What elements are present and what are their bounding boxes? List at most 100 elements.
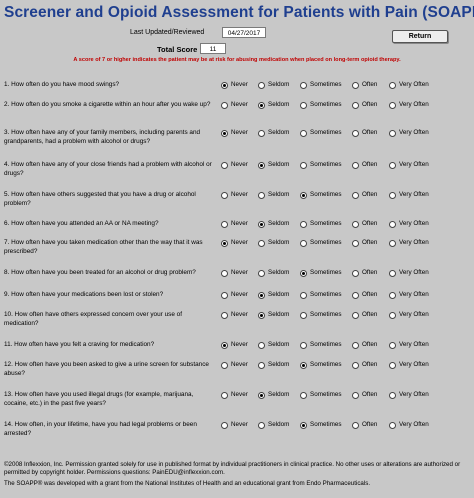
answer-option-often[interactable]: Often	[352, 239, 377, 247]
radio-button[interactable]	[389, 391, 396, 399]
radio-button[interactable]	[258, 161, 265, 169]
answer-option-sometimes[interactable]: Sometimes	[300, 291, 342, 299]
answer-option-seldom[interactable]: Seldom	[258, 161, 289, 169]
radio-button[interactable]	[258, 269, 265, 277]
answer-option-seldom[interactable]: Seldom	[258, 220, 289, 228]
radio-button[interactable]	[221, 421, 228, 429]
return-button[interactable]: Return	[392, 30, 448, 43]
radio-button[interactable]	[221, 220, 228, 228]
radio-button[interactable]	[221, 311, 228, 319]
radio-button[interactable]	[389, 81, 396, 89]
answer-option-very-often[interactable]: Very Often	[389, 239, 429, 247]
answer-option-sometimes[interactable]: Sometimes	[300, 269, 342, 277]
radio-button[interactable]	[352, 269, 359, 277]
answer-option-seldom[interactable]: Seldom	[258, 129, 289, 137]
answer-option-sometimes[interactable]: Sometimes	[300, 361, 342, 369]
answer-option-seldom[interactable]: Seldom	[258, 311, 289, 319]
answer-option-often[interactable]: Often	[352, 101, 377, 109]
answer-option-never[interactable]: Never	[221, 239, 248, 247]
radio-button[interactable]	[352, 361, 359, 369]
answer-option-often[interactable]: Often	[352, 291, 377, 299]
answer-option-sometimes[interactable]: Sometimes	[300, 220, 342, 228]
radio-button[interactable]	[352, 220, 359, 228]
answer-option-often[interactable]: Often	[352, 269, 377, 277]
radio-button[interactable]	[221, 101, 228, 109]
radio-button[interactable]	[352, 391, 359, 399]
radio-button[interactable]	[352, 421, 359, 429]
answer-option-never[interactable]: Never	[221, 391, 248, 399]
radio-button[interactable]	[300, 311, 307, 319]
answer-option-never[interactable]: Never	[221, 129, 248, 137]
radio-button[interactable]	[258, 101, 265, 109]
last-updated-field[interactable]: 04/27/2017	[222, 27, 266, 38]
radio-button[interactable]	[389, 161, 396, 169]
answer-option-never[interactable]: Never	[221, 311, 248, 319]
answer-option-very-often[interactable]: Very Often	[389, 101, 429, 109]
answer-option-often[interactable]: Often	[352, 81, 377, 89]
radio-button[interactable]	[389, 291, 396, 299]
answer-option-very-often[interactable]: Very Often	[389, 220, 429, 228]
radio-button[interactable]	[221, 239, 228, 247]
radio-button[interactable]	[352, 311, 359, 319]
answer-option-often[interactable]: Often	[352, 161, 377, 169]
radio-button[interactable]	[221, 191, 228, 199]
answer-option-very-often[interactable]: Very Often	[389, 161, 429, 169]
answer-option-very-often[interactable]: Very Often	[389, 81, 429, 89]
answer-option-very-often[interactable]: Very Often	[389, 341, 429, 349]
radio-button[interactable]	[352, 191, 359, 199]
answer-option-seldom[interactable]: Seldom	[258, 81, 289, 89]
radio-button[interactable]	[389, 341, 396, 349]
radio-button[interactable]	[389, 361, 396, 369]
answer-option-sometimes[interactable]: Sometimes	[300, 341, 342, 349]
radio-button[interactable]	[300, 239, 307, 247]
answer-option-sometimes[interactable]: Sometimes	[300, 161, 342, 169]
total-score-field[interactable]: 11	[200, 43, 226, 54]
radio-button[interactable]	[221, 269, 228, 277]
radio-button[interactable]	[300, 421, 307, 429]
radio-button[interactable]	[258, 291, 265, 299]
radio-button[interactable]	[221, 81, 228, 89]
answer-option-seldom[interactable]: Seldom	[258, 191, 289, 199]
radio-button[interactable]	[258, 421, 265, 429]
answer-option-sometimes[interactable]: Sometimes	[300, 81, 342, 89]
answer-option-very-often[interactable]: Very Often	[389, 191, 429, 199]
answer-option-seldom[interactable]: Seldom	[258, 391, 289, 399]
radio-button[interactable]	[389, 269, 396, 277]
radio-button[interactable]	[389, 220, 396, 228]
answer-option-never[interactable]: Never	[221, 421, 248, 429]
answer-option-never[interactable]: Never	[221, 361, 248, 369]
answer-option-seldom[interactable]: Seldom	[258, 101, 289, 109]
answer-option-sometimes[interactable]: Sometimes	[300, 391, 342, 399]
radio-button[interactable]	[389, 421, 396, 429]
answer-option-often[interactable]: Often	[352, 129, 377, 137]
answer-option-never[interactable]: Never	[221, 81, 248, 89]
answer-option-very-often[interactable]: Very Often	[389, 421, 429, 429]
radio-button[interactable]	[300, 161, 307, 169]
answer-option-never[interactable]: Never	[221, 291, 248, 299]
radio-button[interactable]	[221, 341, 228, 349]
answer-option-sometimes[interactable]: Sometimes	[300, 191, 342, 199]
radio-button[interactable]	[300, 81, 307, 89]
answer-option-never[interactable]: Never	[221, 269, 248, 277]
radio-button[interactable]	[389, 311, 396, 319]
radio-button[interactable]	[258, 220, 265, 228]
radio-button[interactable]	[300, 361, 307, 369]
radio-button[interactable]	[352, 291, 359, 299]
answer-option-sometimes[interactable]: Sometimes	[300, 129, 342, 137]
answer-option-sometimes[interactable]: Sometimes	[300, 421, 342, 429]
answer-option-seldom[interactable]: Seldom	[258, 341, 289, 349]
radio-button[interactable]	[258, 239, 265, 247]
radio-button[interactable]	[352, 81, 359, 89]
answer-option-never[interactable]: Never	[221, 341, 248, 349]
answer-option-sometimes[interactable]: Sometimes	[300, 101, 342, 109]
answer-option-often[interactable]: Often	[352, 391, 377, 399]
radio-button[interactable]	[258, 341, 265, 349]
radio-button[interactable]	[300, 341, 307, 349]
answer-option-often[interactable]: Often	[352, 341, 377, 349]
answer-option-very-often[interactable]: Very Often	[389, 291, 429, 299]
answer-option-very-often[interactable]: Very Often	[389, 391, 429, 399]
answer-option-very-often[interactable]: Very Often	[389, 129, 429, 137]
answer-option-often[interactable]: Often	[352, 191, 377, 199]
radio-button[interactable]	[389, 239, 396, 247]
answer-option-often[interactable]: Often	[352, 311, 377, 319]
